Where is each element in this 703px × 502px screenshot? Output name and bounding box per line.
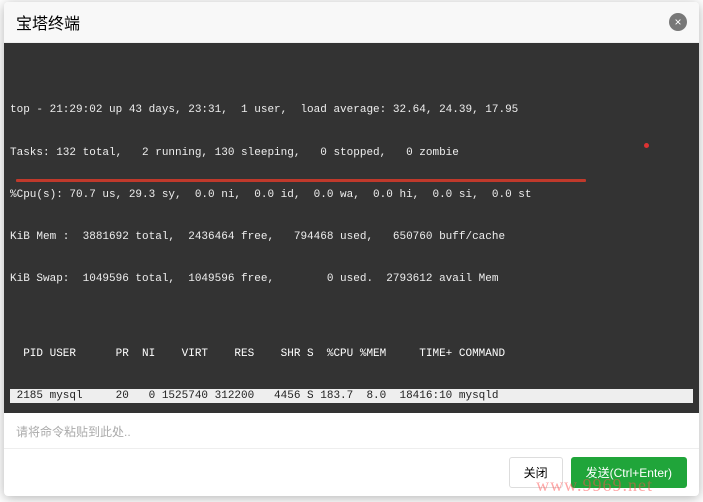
process-header: PID USER PR NI VIRT RES SHR S %CPU %MEM …	[10, 347, 693, 361]
top-summary: top - 21:29:02 up 43 days, 23:31, 1 user…	[10, 75, 693, 314]
close-icon[interactable]: ×	[669, 13, 687, 31]
titlebar: 宝塔终端 ×	[4, 2, 699, 43]
annotation-dot	[644, 143, 649, 148]
summary-line: KiB Swap: 1049596 total, 1049596 free, 0…	[10, 272, 693, 286]
window-title: 宝塔终端	[16, 10, 80, 34]
process-row-highlighted: 2185 mysql 20 0 1525740 312200 4456 S 18…	[10, 389, 693, 403]
summary-line: %Cpu(s): 70.7 us, 29.3 sy, 0.0 ni, 0.0 i…	[10, 188, 693, 202]
send-button[interactable]: 发送(Ctrl+Enter)	[571, 457, 687, 488]
terminal-modal: 宝塔终端 × top - 21:29:02 up 43 days, 23:31,…	[4, 2, 699, 496]
summary-line: Tasks: 132 total, 2 running, 130 sleepin…	[10, 146, 693, 160]
annotation-underline	[16, 179, 586, 182]
close-button[interactable]: 关闭	[509, 457, 563, 488]
terminal-output[interactable]: top - 21:29:02 up 43 days, 23:31, 1 user…	[4, 43, 699, 413]
footer: 关闭 发送(Ctrl+Enter)	[4, 448, 699, 496]
summary-line: KiB Mem : 3881692 total, 2436464 free, 7…	[10, 230, 693, 244]
summary-line: top - 21:29:02 up 43 days, 23:31, 1 user…	[10, 103, 693, 117]
command-input[interactable]: 请将命令粘贴到此处..	[4, 413, 699, 448]
